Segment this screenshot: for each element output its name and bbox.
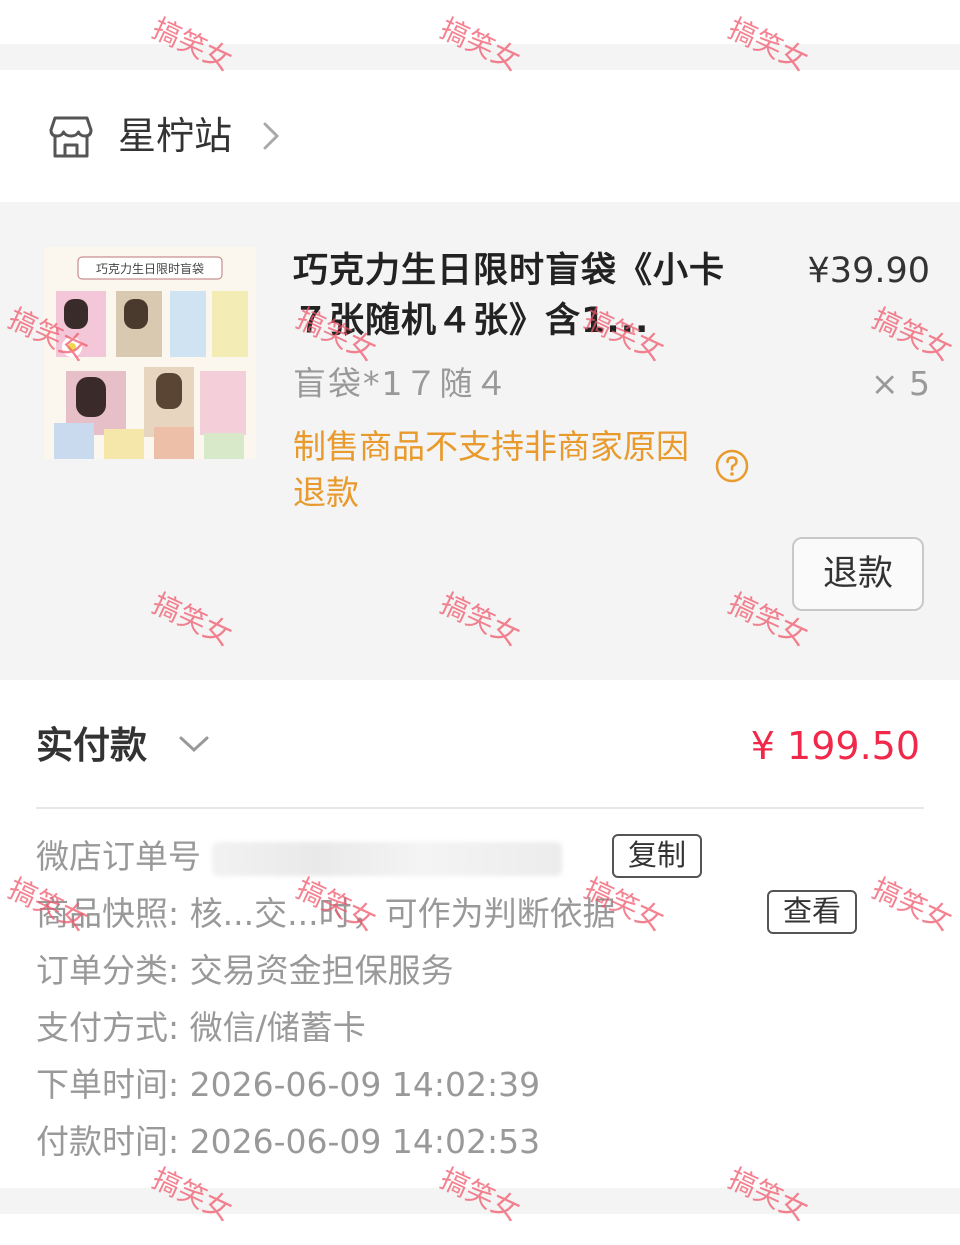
order-time-value: 2026-06-09 14:02:39	[189, 1065, 541, 1104]
order-number-row: 微店订单号	[36, 834, 562, 880]
paid-label: 实付款	[36, 724, 147, 767]
section-gap	[0, 44, 960, 70]
product-item[interactable]: 巧克力生日限时盲袋 巧克力生日限时盲袋《小卡７张随机４张》含1... ¥39.9…	[0, 202, 960, 680]
pay-method-row: 支付方式: 微信/储蓄卡	[36, 1005, 366, 1051]
category-row: 订单分类: 交易资金担保服务	[36, 948, 454, 994]
category-value: 交易资金担保服务	[189, 951, 454, 990]
product-quantity: × 5	[870, 364, 930, 403]
pay-time-value: 2026-06-09 14:02:53	[189, 1122, 541, 1161]
help-icon[interactable]	[715, 449, 749, 483]
top-strip	[0, 0, 960, 44]
refund-button[interactable]: 退款	[792, 537, 924, 611]
product-price: ¥39.90	[807, 251, 930, 291]
bottom-strip	[0, 1214, 960, 1245]
refund-notice: 制售商品不支持非商家原因退款	[293, 427, 689, 512]
section-gap	[0, 1188, 960, 1214]
paid-amount: ¥ 199.50	[750, 724, 920, 768]
redacted-order-number	[211, 841, 562, 876]
pay-method-value: 微信/储蓄卡	[189, 1008, 366, 1047]
product-title: 巧克力生日限时盲袋《小卡７张随机４张》含1...	[293, 251, 726, 341]
order-time-row: 下单时间: 2026-06-09 14:02:39	[36, 1062, 540, 1108]
copy-button[interactable]: 复制	[612, 834, 702, 878]
shop-header[interactable]: 星柠站	[0, 70, 960, 202]
pay-time-label: 付款时间:	[36, 1122, 180, 1161]
pay-time-row: 付款时间: 2026-06-09 14:02:53	[36, 1119, 540, 1165]
product-spec: 盲袋*1７随４	[293, 364, 510, 403]
product-image: 巧克力生日限时盲袋	[44, 247, 256, 459]
chevron-down-icon[interactable]	[178, 733, 210, 755]
shop-name: 星柠站	[118, 114, 233, 158]
pay-method-label: 支付方式:	[36, 1008, 180, 1047]
thumbnail-banner: 巧克力生日限时盲袋	[96, 261, 204, 276]
product-thumbnail[interactable]: 巧克力生日限时盲袋	[44, 247, 256, 459]
view-button[interactable]: 查看	[767, 890, 857, 934]
order-number-label: 微店订单号	[36, 837, 201, 876]
snapshot-label: 商品快照:	[36, 894, 180, 933]
chevron-right-icon	[263, 122, 280, 150]
category-label: 订单分类:	[36, 951, 180, 990]
snapshot-value: 核...交...时，可作为判断依据	[189, 894, 616, 933]
snapshot-row: 商品快照: 核...交...时，可作为判断依据	[36, 891, 616, 937]
store-icon	[49, 116, 93, 158]
divider	[36, 807, 924, 809]
order-time-label: 下单时间:	[36, 1065, 180, 1104]
order-info: 实付款 ¥ 199.50 微店订单号 复制 商品快照: 核...交...时，可作…	[0, 680, 960, 1188]
